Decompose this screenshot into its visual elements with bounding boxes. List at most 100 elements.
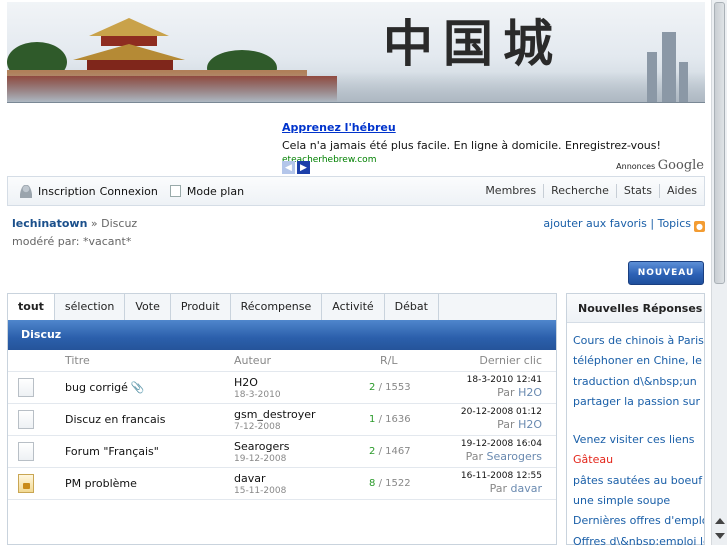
tab-all[interactable]: tout	[8, 294, 55, 321]
rss-icon[interactable]: ●	[694, 221, 705, 232]
ad-block: Apprenez l'hébreu Cela n'a jamais été pl…	[282, 121, 706, 177]
pagoda-roof	[89, 18, 169, 36]
last-post: 18-3-2010 12:41 Par H2O	[467, 375, 542, 399]
locked-thread-icon	[18, 474, 34, 493]
ad-credit[interactable]: Annonces Google	[616, 158, 704, 173]
tab-debate[interactable]: Débat	[385, 294, 439, 321]
new-topic-button[interactable]: NOUVEAU	[628, 261, 704, 285]
scroll-down-icon[interactable]	[715, 533, 725, 539]
last-post-time[interactable]: 19-12-2008 16:04	[461, 439, 542, 449]
menu-search[interactable]: Recherche	[543, 184, 616, 198]
thread-author[interactable]: gsm_destroyer	[234, 408, 316, 421]
page-icon	[169, 185, 181, 197]
tab-activity[interactable]: Activité	[322, 294, 385, 321]
banner-calligraphy: 中国城	[383, 14, 563, 73]
topics-link[interactable]: Topics	[658, 217, 691, 230]
thread-title-link[interactable]: bug corrigé 📎	[65, 381, 145, 394]
last-post: 20-12-2008 01:12 Par H2O	[461, 407, 542, 431]
user-icon	[20, 184, 32, 198]
last-post-user[interactable]: H2O	[518, 418, 542, 431]
menu-help[interactable]: Aides	[658, 184, 704, 198]
last-post-prefix: Par	[497, 386, 515, 399]
recent-replies-panel: Nouvelles Réponses Cours de chinois à Pa…	[566, 293, 705, 545]
signup-link[interactable]: Inscription	[38, 185, 96, 198]
thread-author[interactable]: H2O	[234, 376, 258, 389]
thread-date: 15-11-2008	[234, 486, 287, 496]
thread-title-link[interactable]: Forum "Français"	[65, 445, 159, 458]
last-post-by: Par H2O	[467, 386, 542, 399]
last-post-prefix: Par	[465, 450, 483, 463]
forum-threads: Discuz Titre Auteur R/L Dernier clic bug…	[7, 320, 557, 545]
scroll-up-icon[interactable]	[715, 518, 725, 524]
last-post-by: Par davar	[461, 482, 542, 495]
thread-date: 19-12-2008	[234, 454, 287, 464]
tab-selection[interactable]: sélection	[55, 294, 126, 321]
chevron-right-icon[interactable]: ▶	[297, 161, 310, 174]
last-post-user[interactable]: H2O	[518, 386, 542, 399]
thread-date: 7-12-2008	[234, 422, 281, 432]
add-favorites-link[interactable]: ajouter aux favoris	[543, 217, 646, 230]
last-post-user[interactable]: Searogers	[486, 450, 542, 463]
table-row: PM problème davar 15-11-2008 8 / 1522 16…	[8, 468, 556, 500]
forum-section-title: Discuz	[8, 320, 556, 350]
reply-view-count: 1 / 1636	[369, 414, 411, 425]
col-rl: R/L	[380, 354, 398, 367]
list-item[interactable]: traduction d\&nbsp;un	[573, 372, 704, 392]
menu-stats[interactable]: Stats	[615, 184, 659, 198]
top-navbar: Inscription Connexion Mode plan Membres …	[7, 176, 705, 206]
recent-replies-title: Nouvelles Réponses	[567, 294, 704, 323]
tab-vote[interactable]: Vote	[125, 294, 171, 321]
list-item[interactable]: pâtes sautées au boeuf	[573, 471, 704, 491]
last-post-time[interactable]: 20-12-2008 01:12	[461, 407, 542, 417]
reply-count: 2	[369, 446, 376, 457]
site-banner: 中国城	[7, 2, 705, 103]
scrollbar-thumb[interactable]	[714, 2, 725, 284]
tab-product[interactable]: Produit	[171, 294, 231, 321]
thread-title[interactable]: bug corrigé	[65, 381, 128, 394]
chevron-left-icon[interactable]: ◀	[282, 161, 295, 174]
tab-reward[interactable]: Récompense	[231, 294, 323, 321]
list-item[interactable]: téléphoner en Chine, le	[573, 351, 704, 371]
reply-count: 8	[369, 478, 376, 489]
favorites-separator: |	[650, 217, 655, 230]
list-item[interactable]: une simple soupe	[573, 491, 704, 511]
breadcrumb-home[interactable]: lechinatown	[12, 217, 87, 230]
page-scrollbar[interactable]	[711, 0, 727, 545]
list-item[interactable]: Dernières offres d'emploi	[573, 511, 704, 531]
list-item[interactable]: Cours de chinois à Paris !	[573, 331, 704, 351]
skyline-tower	[647, 52, 657, 102]
ad-title-link[interactable]: Apprenez l'hébreu	[282, 121, 706, 134]
thread-title-link[interactable]: Discuz en francais	[65, 413, 165, 426]
reply-view-count: 2 / 1467	[369, 446, 411, 457]
ad-nav: ◀ ▶	[282, 161, 310, 174]
col-author: Auteur	[234, 354, 272, 367]
thread-date: 18-3-2010	[234, 390, 281, 400]
moderator-text: modéré par: *vacant*	[12, 235, 132, 248]
list-item[interactable]: partager la passion sur la	[573, 392, 704, 412]
thread-icon	[18, 378, 34, 397]
mist-decoration	[7, 72, 705, 102]
thread-author[interactable]: davar	[234, 472, 266, 485]
col-title: Titre	[65, 354, 90, 367]
user-links: Inscription Connexion Mode plan	[8, 184, 244, 198]
last-post-by: Par H2O	[461, 418, 542, 431]
last-post-time[interactable]: 18-3-2010 12:41	[467, 375, 542, 385]
plan-mode-link[interactable]: Mode plan	[187, 185, 244, 198]
view-count: / 1467	[378, 446, 411, 457]
last-post: 16-11-2008 12:55 Par davar	[461, 471, 542, 495]
list-item[interactable]: Gâteau	[573, 450, 704, 470]
last-post-user[interactable]: davar	[511, 482, 543, 495]
list-item[interactable]: Offres d\&nbsp;emploi les	[573, 532, 704, 545]
thread-author[interactable]: Searogers	[234, 440, 290, 453]
main-menu: Membres Recherche Stats Aides	[478, 184, 704, 198]
menu-members[interactable]: Membres	[478, 184, 543, 198]
thread-title-link[interactable]: PM problème	[65, 477, 137, 490]
last-post-by: Par Searogers	[461, 450, 542, 463]
reply-count: 2	[369, 382, 376, 393]
last-post-time[interactable]: 16-11-2008 12:55	[461, 471, 542, 481]
column-headers: Titre Auteur R/L Dernier clic	[8, 350, 556, 372]
ad-credit-label: Annonces	[616, 162, 656, 171]
login-link[interactable]: Connexion	[100, 185, 158, 198]
last-post: 19-12-2008 16:04 Par Searogers	[461, 439, 542, 463]
list-item[interactable]: Venez visiter ces liens	[573, 430, 704, 450]
